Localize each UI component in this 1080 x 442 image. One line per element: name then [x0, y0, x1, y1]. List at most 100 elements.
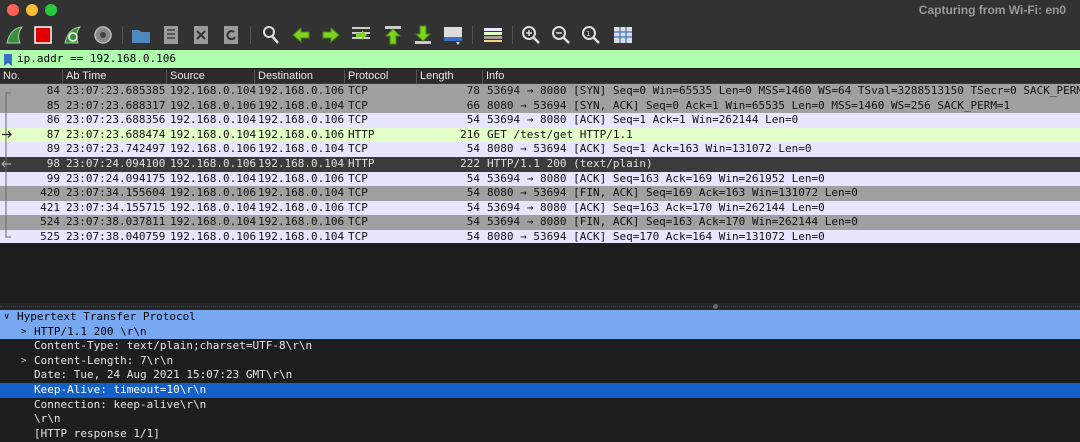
- detail-tree-item[interactable]: Connection: keep-alive\r\n: [0, 398, 1080, 413]
- detail-label: Keep-Alive: timeout=10\r\n: [34, 382, 207, 396]
- display-filter-bar[interactable]: ip.addr == 192.168.0.106: [0, 50, 1080, 68]
- detail-tree-item[interactable]: \r\n: [0, 412, 1080, 427]
- packet-destination: 192.168.0.106: [258, 84, 345, 97]
- detail-tree-item[interactable]: > HTTP/1.1 200 \r\n: [0, 324, 1080, 340]
- svg-text:1: 1: [586, 30, 590, 38]
- collapsed-arrow-icon[interactable]: >: [21, 325, 31, 340]
- packet-row[interactable]: 89 23:07:23.742497 192.168.0.106 192.168…: [0, 142, 1080, 157]
- packet-destination: 192.168.0.106: [258, 200, 345, 214]
- reload-file-icon[interactable]: [220, 24, 242, 46]
- zoom-out-icon[interactable]: [550, 24, 572, 46]
- packet-source: 192.168.0.104: [170, 200, 257, 214]
- autoscroll-icon[interactable]: [442, 24, 464, 46]
- packet-destination: 192.168.0.106: [258, 171, 345, 185]
- splitter-handle[interactable]: [713, 304, 718, 309]
- shark-fin-start-icon[interactable]: [4, 24, 26, 46]
- detail-label: \r\n: [34, 412, 61, 426]
- window-title: Capturing from Wi-Fi: en0: [918, 3, 1066, 17]
- packet-time: 23:07:23.742497: [66, 142, 166, 156]
- packet-protocol: TCP: [348, 186, 368, 200]
- open-file-icon[interactable]: [130, 24, 152, 46]
- pane-splitter[interactable]: [0, 303, 1080, 310]
- detail-tree-item[interactable]: > Content-Length: 7\r\n: [0, 354, 1080, 369]
- packet-length: 216: [460, 127, 480, 141]
- packet-info: 8080 → 53694 [FIN, ACK] Seq=169 Ack=163 …: [487, 186, 858, 200]
- packet-row[interactable]: 85 23:07:23.688317 192.168.0.106 192.168…: [0, 98, 1080, 114]
- packet-destination: 192.168.0.106: [258, 113, 345, 127]
- detail-tree-item[interactable]: Content-Type: text/plain;charset=UTF-8\r…: [0, 339, 1080, 354]
- packet-source: 192.168.0.104: [170, 171, 257, 185]
- packet-time: 23:07:23.688356: [66, 113, 166, 127]
- bookmark-icon[interactable]: [3, 53, 13, 66]
- packet-info: 53694 → 8080 [FIN, ACK] Seq=163 Ack=170 …: [487, 215, 858, 229]
- zoom-reset-icon[interactable]: 1: [580, 24, 602, 46]
- packet-list: 84 23:07:23.685385 192.168.0.104 192.168…: [0, 84, 1080, 245]
- detail-label: Content-Length: 7\r\n: [34, 353, 174, 367]
- close-file-icon[interactable]: [190, 24, 212, 46]
- packet-info: 53694 → 8080 [ACK] Seq=163 Ack=169 Win=2…: [487, 171, 825, 185]
- main-toolbar: 1: [0, 20, 1080, 50]
- packet-time: 23:07:24.094100: [66, 156, 166, 170]
- display-filter-input[interactable]: ip.addr == 192.168.0.106: [17, 52, 176, 65]
- collapsed-arrow-icon[interactable]: >: [21, 354, 31, 369]
- packet-protocol: TCP: [348, 142, 368, 156]
- packet-row[interactable]: 84 23:07:23.685385 192.168.0.104 192.168…: [0, 84, 1080, 99]
- column-header-protocol[interactable]: Protocol: [344, 70, 388, 84]
- packet-time: 23:07:23.688317: [66, 98, 166, 112]
- packet-protocol: HTTP: [348, 127, 375, 141]
- packet-row[interactable]: 86 23:07:23.688356 192.168.0.104 192.168…: [0, 113, 1080, 128]
- packet-destination: 192.168.0.104: [258, 142, 345, 156]
- close-window-button[interactable]: [7, 4, 19, 16]
- packet-list-empty-area: [0, 243, 1080, 303]
- toolbar-separator: [472, 26, 473, 44]
- packet-time: 23:07:34.155604: [66, 186, 166, 200]
- colorize-icon[interactable]: [482, 24, 504, 46]
- packet-protocol: TCP: [348, 200, 368, 214]
- packet-time: 23:07:23.685385: [66, 84, 166, 97]
- restart-capture-icon[interactable]: [62, 24, 84, 46]
- detail-tree-item-selected[interactable]: Keep-Alive: timeout=10\r\n: [0, 382, 1080, 398]
- packet-info: 8080 → 53694 [ACK] Seq=1 Ack=163 Win=131…: [487, 142, 812, 156]
- packet-row[interactable]: 420 23:07:34.155604 192.168.0.106 192.16…: [0, 186, 1080, 201]
- packet-row[interactable]: 421 23:07:34.155715 192.168.0.104 192.16…: [0, 200, 1080, 216]
- column-header-destination[interactable]: Destination: [254, 70, 313, 84]
- packet-row[interactable]: 87 23:07:23.688474 192.168.0.104 192.168…: [0, 127, 1080, 143]
- packet-length: 54: [466, 200, 480, 214]
- go-to-packet-icon[interactable]: [350, 24, 372, 46]
- packet-time: 23:07:38.037811: [66, 215, 166, 229]
- detail-label: Hypertext Transfer Protocol: [17, 310, 196, 323]
- column-header-time[interactable]: Ab Time: [62, 70, 106, 84]
- go-first-icon[interactable]: [382, 24, 404, 46]
- go-forward-icon[interactable]: [320, 24, 342, 46]
- column-header-length[interactable]: Length: [416, 70, 454, 84]
- packet-length: 66: [466, 98, 480, 112]
- packet-row[interactable]: 524 23:07:38.037811 192.168.0.104 192.16…: [0, 215, 1080, 230]
- resize-columns-icon[interactable]: [612, 24, 634, 46]
- detail-label: Content-Type: text/plain;charset=UTF-8\r…: [34, 339, 313, 353]
- zoom-in-icon[interactable]: [520, 24, 542, 46]
- save-file-icon[interactable]: [160, 24, 182, 46]
- packet-protocol: HTTP: [348, 156, 375, 170]
- zoom-window-button[interactable]: [45, 4, 57, 16]
- capture-options-icon[interactable]: [92, 24, 114, 46]
- column-header-no[interactable]: No.: [0, 70, 20, 84]
- detail-tree-item[interactable]: Date: Tue, 24 Aug 2021 15:07:23 GMT\r\n: [0, 368, 1080, 383]
- minimize-window-button[interactable]: [26, 4, 38, 16]
- packet-source: 192.168.0.104: [170, 84, 257, 97]
- packet-time: 23:07:24.094175: [66, 171, 166, 185]
- packet-source: 192.168.0.106: [170, 156, 257, 170]
- go-back-icon[interactable]: [290, 24, 312, 46]
- find-packet-icon[interactable]: [260, 24, 282, 46]
- go-last-icon[interactable]: [412, 24, 434, 46]
- packet-destination: 192.168.0.104: [258, 156, 345, 170]
- detail-tree-item[interactable]: ∨ Hypertext Transfer Protocol: [0, 310, 1080, 325]
- expanded-arrow-icon[interactable]: ∨: [4, 310, 14, 325]
- column-header-info[interactable]: Info: [482, 70, 504, 84]
- packet-row[interactable]: 99 23:07:24.094175 192.168.0.104 192.168…: [0, 171, 1080, 187]
- detail-tree-item[interactable]: [HTTP response 1/1]: [0, 427, 1080, 442]
- packet-length: 54: [466, 171, 480, 185]
- packet-protocol: TCP: [348, 215, 368, 229]
- stop-capture-icon[interactable]: [32, 24, 54, 46]
- packet-row-selected[interactable]: 98 23:07:24.094100 192.168.0.106 192.168…: [0, 156, 1080, 172]
- column-header-source[interactable]: Source: [166, 70, 205, 84]
